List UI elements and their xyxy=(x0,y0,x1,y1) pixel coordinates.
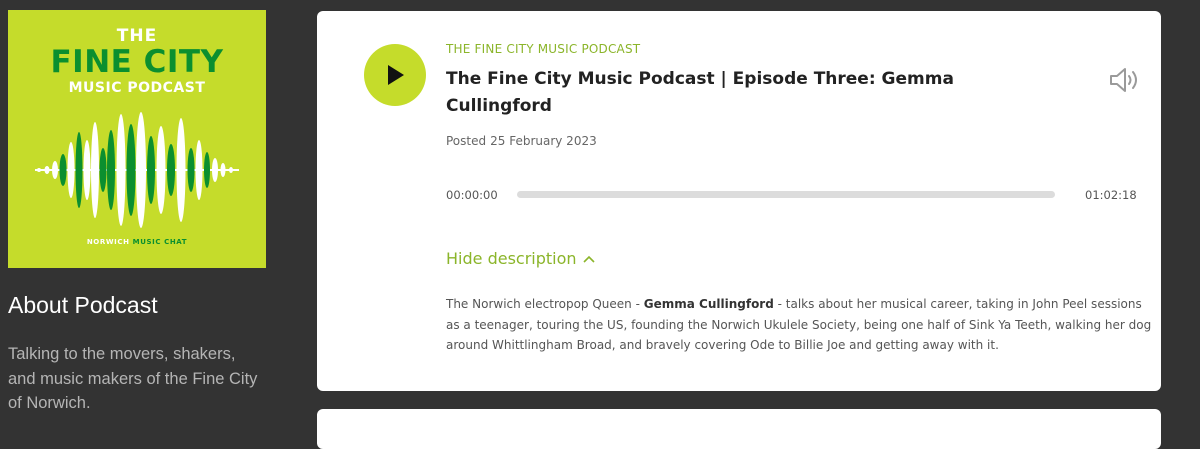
play-button[interactable] xyxy=(364,44,426,106)
soundwave-bar xyxy=(195,140,203,200)
soundwave-bar xyxy=(156,126,166,214)
episode-player-card: THE FINE CITY MUSIC PODCAST The Fine Cit… xyxy=(317,11,1161,391)
posted-date: Posted 25 February 2023 xyxy=(446,134,597,148)
cover-title-the: THE xyxy=(116,26,158,46)
soundwave-bar xyxy=(187,148,195,192)
posted-date-value: 25 February 2023 xyxy=(490,134,597,148)
soundwave-bar xyxy=(67,142,75,198)
soundwave-bar xyxy=(176,118,186,222)
hide-description-toggle[interactable]: Hide description xyxy=(446,249,595,268)
soundwave-bar xyxy=(52,161,58,179)
episode-description: The Norwich electropop Queen - Gemma Cul… xyxy=(446,294,1156,356)
description-text-1: The Norwich electropop Queen - xyxy=(446,297,644,311)
soundwave-bar xyxy=(107,130,115,210)
soundwave-bar xyxy=(147,136,155,204)
posted-label: Posted xyxy=(446,134,487,148)
soundwave-bar xyxy=(212,158,218,182)
cover-tagline: NORWICH MUSIC CHAT xyxy=(8,238,266,246)
soundwave-bar xyxy=(99,148,107,192)
play-icon xyxy=(388,65,404,85)
volume-icon[interactable] xyxy=(1108,66,1140,94)
soundwave-bar xyxy=(204,152,210,188)
next-episode-card xyxy=(317,409,1161,449)
about-podcast-text: Talking to the movers, shakers, and musi… xyxy=(8,345,258,412)
soundwave-bar xyxy=(126,124,136,216)
cover-tag-music-chat: MUSIC CHAT xyxy=(132,238,188,246)
soundwave-bar xyxy=(83,140,91,200)
soundwave-bar xyxy=(91,122,99,218)
soundwave-bar xyxy=(75,132,83,208)
soundwave-bar xyxy=(167,144,175,196)
episode-title: The Fine City Music Podcast | Episode Th… xyxy=(446,69,954,116)
cover-title-music-podcast: MUSIC PODCAST xyxy=(68,80,206,96)
cover-tag-norwich: NORWICH xyxy=(86,238,130,246)
duration: 01:02:18 xyxy=(1085,188,1137,202)
about-podcast-heading: About Podcast xyxy=(8,292,158,318)
chevron-up-icon xyxy=(582,255,595,263)
podcast-cover-art: THE FINE CITY MUSIC PODCAST NORWICH MUSI… xyxy=(8,10,266,268)
cover-title-fine-city: FINE CITY xyxy=(50,44,224,80)
progress-bar[interactable] xyxy=(517,191,1055,198)
soundwave-bar xyxy=(59,154,67,186)
soundwave-graphic xyxy=(35,112,239,228)
soundwave-bar xyxy=(116,114,126,226)
soundwave-bar xyxy=(136,112,146,228)
soundwave-bar xyxy=(220,163,226,177)
soundwave-bar xyxy=(229,167,233,173)
soundwave-bar xyxy=(37,168,41,172)
description-guest-name: Gemma Cullingford xyxy=(643,297,774,311)
podcast-name-link[interactable]: THE FINE CITY MUSIC PODCAST xyxy=(446,42,640,56)
current-time: 00:00:00 xyxy=(446,188,498,202)
soundwave-bar xyxy=(44,166,50,174)
hide-description-label: Hide description xyxy=(446,249,577,268)
